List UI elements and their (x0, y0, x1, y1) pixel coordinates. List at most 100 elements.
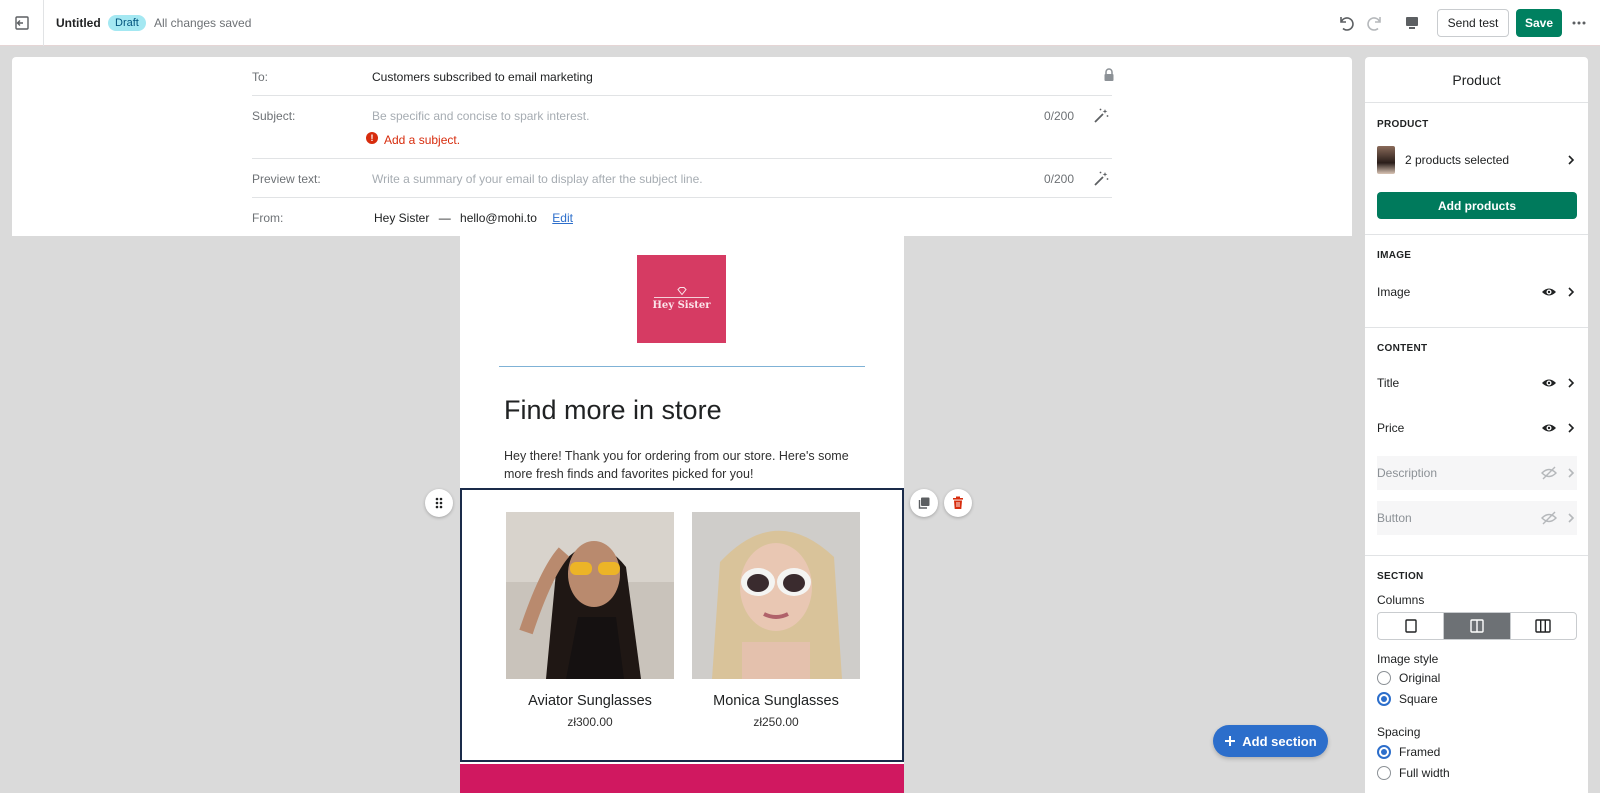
add-section-label: Add section (1242, 733, 1317, 749)
desktop-icon (1406, 17, 1418, 29)
more-actions-button[interactable] (1568, 12, 1590, 34)
redo-button[interactable] (1364, 12, 1386, 34)
radio-button[interactable] (1377, 745, 1391, 759)
panel-title: Product (1365, 57, 1588, 103)
products-selected-row[interactable]: 2 products selected (1377, 143, 1577, 177)
email-divider (499, 366, 865, 367)
chevron-right-icon (1568, 155, 1575, 165)
chevron-right-icon (1568, 378, 1575, 388)
more-horizontal-icon (1572, 21, 1586, 25)
image-row[interactable]: Image (1377, 275, 1577, 309)
from-value: Hey Sister — hello@mohi.to Edit (374, 211, 573, 225)
image-heading: IMAGE (1377, 250, 1412, 261)
chevron-right-icon (1568, 468, 1575, 478)
product-price: zł300.00 (567, 715, 613, 729)
add-products-button[interactable]: Add products (1377, 192, 1577, 219)
subject-input[interactable]: Be specific and concise to spark interes… (372, 109, 589, 123)
radio-button[interactable] (1377, 671, 1391, 685)
eye-icon[interactable] (1541, 284, 1557, 300)
email-header-fields: To: Customers subscribed to email market… (12, 57, 1352, 236)
eye-icon[interactable] (1541, 420, 1557, 436)
subject-row[interactable]: Subject: Be specific and concise to spar… (252, 96, 1112, 159)
image-style-label: Image style (1377, 652, 1439, 666)
subject-counter: 0/200 (1044, 109, 1075, 123)
radio-button[interactable] (1377, 692, 1391, 706)
content-row-description[interactable]: Description (1377, 456, 1577, 490)
from-email: hello@mohi.to (460, 211, 537, 225)
eye-off-icon[interactable] (1541, 465, 1557, 481)
preview-text-row[interactable]: Preview text: Write a summary of your em… (252, 159, 1112, 198)
to-value: Customers subscribed to email marketing (372, 70, 593, 84)
magic-wand-icon[interactable] (1092, 107, 1110, 125)
radio-label: Full width (1399, 766, 1450, 780)
from-row: From: Hey Sister — hello@mohi.to Edit (252, 198, 1112, 236)
chevron-right-icon (1568, 423, 1575, 433)
email-body-text[interactable]: Hey there! Thank you for ordering from o… (504, 447, 854, 483)
columns-selector[interactable] (1377, 612, 1577, 640)
email-preview: Hey Sister Find more in store Hey there!… (460, 236, 904, 793)
one-column-option[interactable] (1378, 613, 1445, 639)
store-logo[interactable]: Hey Sister (637, 255, 726, 343)
redo-icon (1367, 17, 1381, 31)
preview-device-button[interactable] (1401, 12, 1423, 34)
radio-button[interactable] (1377, 766, 1391, 780)
email-footer[interactable] (460, 764, 904, 793)
image-style-square[interactable]: Square (1377, 692, 1438, 706)
email-headline[interactable]: Find more in store (504, 395, 722, 426)
save-button[interactable]: Save (1516, 9, 1562, 37)
settings-panel: Product PRODUCT 2 products selected Add … (1365, 57, 1588, 793)
two-column-option[interactable] (1444, 613, 1511, 639)
edit-sender-link[interactable]: Edit (552, 211, 573, 225)
products-selected-label: 2 products selected (1405, 153, 1510, 167)
product-image (692, 512, 860, 679)
content-heading: CONTENT (1377, 343, 1428, 354)
delete-section-button[interactable] (944, 489, 972, 517)
preview-text-input[interactable]: Write a summary of your email to display… (372, 172, 703, 186)
lock-icon (1104, 68, 1114, 81)
send-test-button[interactable]: Send test (1437, 9, 1509, 37)
divider (1365, 555, 1588, 556)
exit-icon (14, 16, 29, 30)
logo-rule (654, 297, 709, 298)
document-title[interactable]: Untitled (56, 16, 101, 30)
undo-icon (1340, 17, 1354, 31)
duplicate-icon (918, 497, 930, 509)
image-row-label: Image (1377, 285, 1411, 299)
plus-icon (1225, 736, 1236, 746)
spacing-label: Spacing (1377, 725, 1421, 739)
content-row-title[interactable]: Title (1377, 366, 1577, 400)
content-row-label: Description (1377, 466, 1438, 480)
radio-label: Square (1399, 692, 1438, 706)
add-section-button[interactable]: Add section (1213, 725, 1328, 757)
spacing-full-width[interactable]: Full width (1377, 766, 1450, 780)
image-style-original[interactable]: Original (1377, 671, 1440, 685)
product-card[interactable]: Aviator Sunglasses zł300.00 (506, 512, 674, 729)
single-column-icon (1404, 619, 1417, 633)
product-heading: PRODUCT (1377, 119, 1429, 130)
product-card[interactable]: Monica Sunglasses zł250.00 (692, 512, 860, 729)
drag-handle-icon (435, 497, 443, 509)
three-column-option[interactable] (1511, 613, 1576, 639)
diamond-icon (676, 287, 687, 295)
spacing-framed[interactable]: Framed (1377, 745, 1440, 759)
magic-wand-icon[interactable] (1092, 170, 1110, 188)
columns-label: Columns (1377, 593, 1425, 607)
chevron-right-icon (1568, 513, 1575, 523)
top-bar: Untitled Draft All changes saved Send te… (0, 0, 1600, 46)
product-section[interactable]: Aviator Sunglasses zł300.00 Monica Sungl… (460, 488, 904, 762)
content-row-label: Title (1377, 376, 1400, 390)
duplicate-section-button[interactable] (910, 489, 938, 517)
drag-handle[interactable] (425, 489, 453, 517)
eye-off-icon[interactable] (1541, 510, 1557, 526)
save-status: All changes saved (154, 16, 252, 30)
logo-text: Hey Sister (652, 300, 711, 311)
content-row-label: Button (1377, 511, 1412, 525)
product-title: Aviator Sunglasses (528, 693, 652, 709)
undo-button[interactable] (1335, 12, 1357, 34)
from-label: From: (252, 211, 284, 225)
content-row-button[interactable]: Button (1377, 501, 1577, 535)
content-row-price[interactable]: Price (1377, 411, 1577, 445)
from-separator: — (438, 211, 451, 225)
eye-icon[interactable] (1541, 375, 1557, 391)
exit-button[interactable] (0, 0, 44, 46)
